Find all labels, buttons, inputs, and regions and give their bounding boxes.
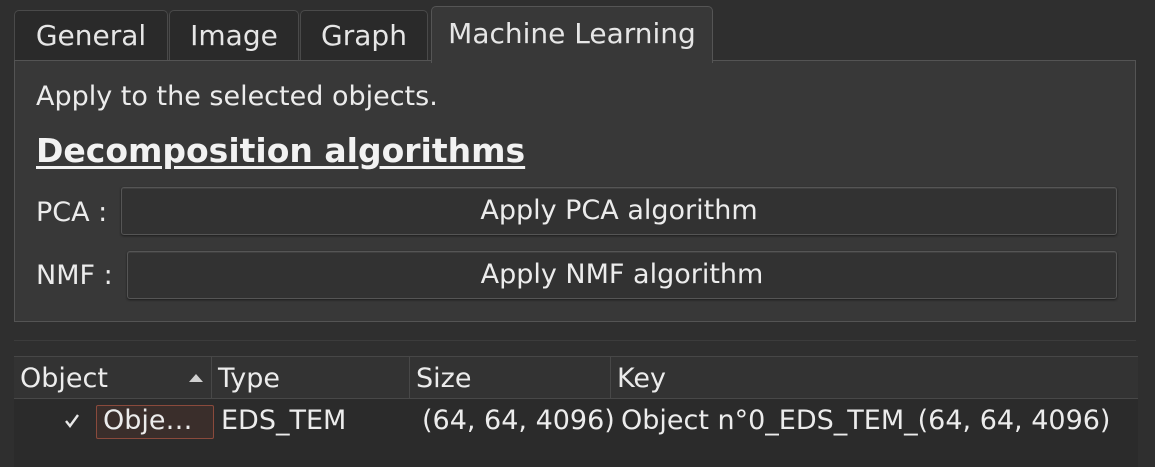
pca-label: PCA :: [36, 197, 108, 228]
tab-machine-learning[interactable]: Machine Learning: [431, 6, 713, 63]
machine-learning-panel: Apply to the selected objects. Decomposi…: [14, 60, 1136, 322]
size-cell: (64, 64, 4096): [422, 405, 615, 436]
apply-pca-button[interactable]: Apply PCA algorithm: [121, 187, 1117, 235]
tab-image[interactable]: Image: [169, 10, 299, 60]
tab-bar: General Image Graph Machine Learning: [14, 6, 1144, 63]
divider: [14, 340, 1136, 341]
apply-nmf-button[interactable]: Apply NMF algorithm: [127, 251, 1117, 299]
header-object-label: Object: [20, 363, 108, 394]
key-cell: Object n°0_EDS_TEM_(64, 64, 4096): [621, 405, 1111, 436]
section-title: Decomposition algorithms: [36, 131, 526, 170]
nmf-label: NMF :: [36, 260, 113, 291]
header-key[interactable]: Key: [611, 357, 1138, 399]
checkmark-icon[interactable]: [64, 413, 80, 429]
type-cell: EDS_TEM: [221, 405, 347, 436]
object-name-cell[interactable]: Obje…: [96, 405, 214, 439]
header-size[interactable]: Size: [410, 357, 611, 399]
hint-text: Apply to the selected objects.: [36, 81, 438, 112]
header-type[interactable]: Type: [212, 357, 410, 399]
objects-table: Object Type Size Key Obje… EDS_TEM (64, …: [14, 356, 1138, 467]
tab-graph[interactable]: Graph: [300, 10, 428, 60]
tab-general[interactable]: General: [14, 10, 168, 60]
header-object[interactable]: Object: [14, 357, 212, 399]
sort-ascending-icon: [189, 374, 203, 382]
